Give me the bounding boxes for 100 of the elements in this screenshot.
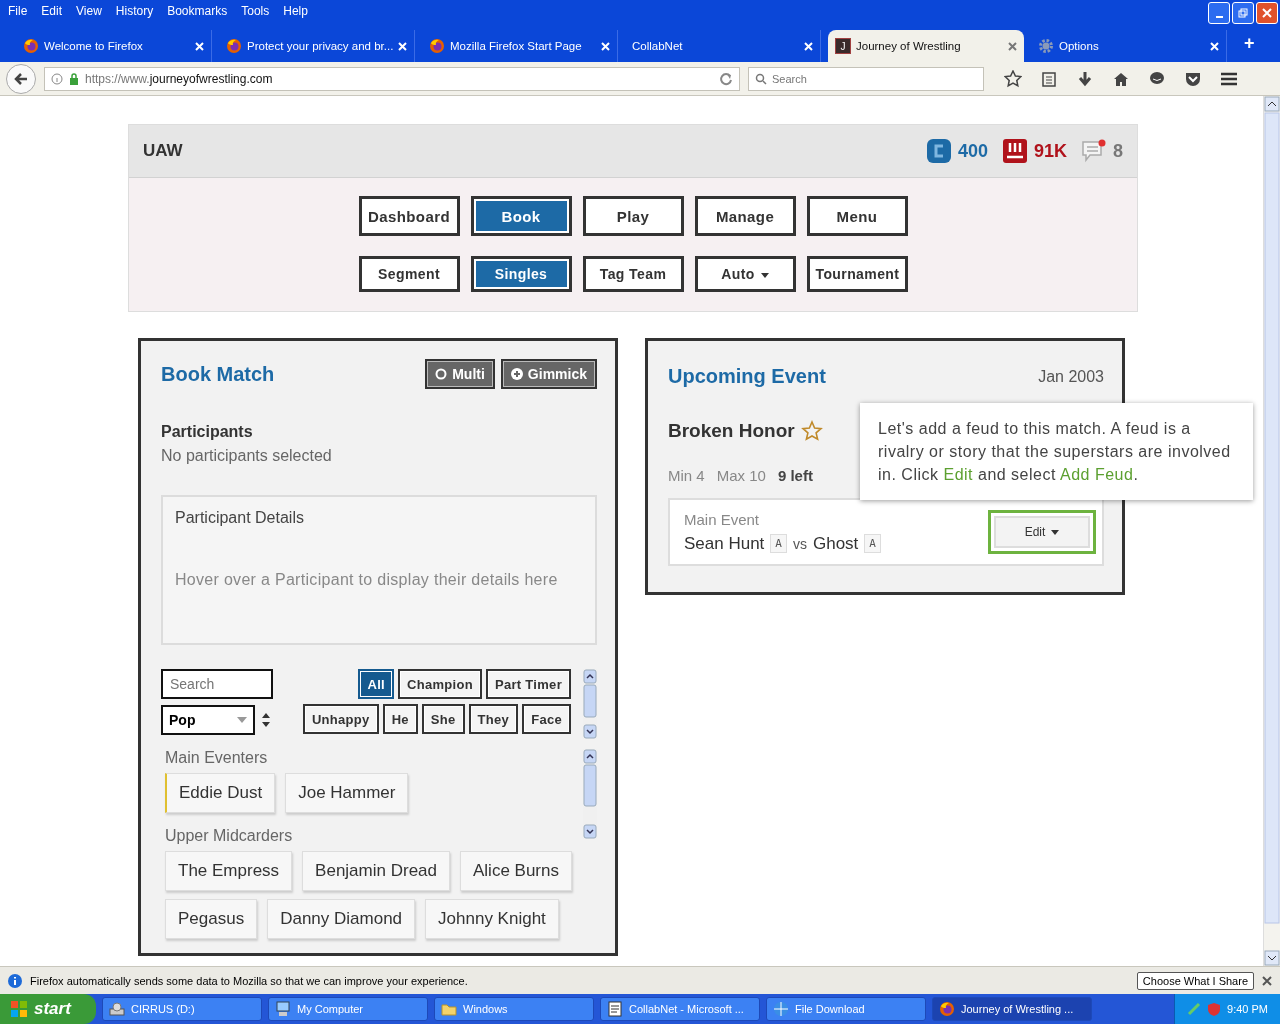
taskbar-item[interactable]: CollabNet - Microsoft ... <box>600 997 760 1021</box>
plus-icon <box>510 368 523 380</box>
restore-button[interactable] <box>1232 2 1254 24</box>
details-hint: Hover over a Participant to display their details here <box>175 571 559 589</box>
slots-left: 9 left <box>777 467 813 484</box>
scrollbar[interactable] <box>583 749 597 839</box>
wrestler-chip[interactable]: The Empress <box>165 851 293 891</box>
start-button[interactable]: start <box>0 994 96 1024</box>
wrestler-name: Sean Hunt <box>684 533 765 554</box>
vs-label: vs <box>792 535 807 552</box>
wrestler-chip[interactable]: Johnny Knight <box>425 899 559 939</box>
document-icon <box>607 1001 623 1017</box>
radio-icon <box>435 368 448 380</box>
taskbar-item[interactable]: Journey of Wrestling ... <box>932 997 1092 1021</box>
close-icon[interactable] <box>1262 975 1272 986</box>
filter-chip[interactable]: She <box>421 704 465 734</box>
match-type-button[interactable]: Tournament <box>806 256 908 292</box>
favicon: J <box>835 38 851 54</box>
menu-item[interactable]: Tools <box>239 4 278 18</box>
grade-badge: A <box>864 534 881 553</box>
wrestler-chip[interactable]: Alice Burns <box>460 851 572 891</box>
match-type-button[interactable]: Singles <box>470 256 572 292</box>
match-label: Main Event <box>684 510 761 528</box>
nav-button[interactable]: Play <box>582 196 684 236</box>
back-arrow-icon <box>13 70 29 87</box>
edit-button[interactable]: Edit <box>994 516 1090 548</box>
scrollbar[interactable] <box>1263 96 1280 966</box>
message-icon <box>1081 138 1107 164</box>
close-icon <box>1262 8 1272 18</box>
filter-chip[interactable]: Part Timer <box>485 669 571 699</box>
toggle-button[interactable]: Multi <box>425 359 495 389</box>
filter-chip[interactable]: Champion <box>397 669 482 699</box>
firefox-icon <box>939 1001 955 1017</box>
gear-icon <box>1038 38 1054 54</box>
star-icon[interactable] <box>1004 69 1022 88</box>
filter-chip[interactable]: Face <box>522 704 571 734</box>
panel-title: Upcoming Event <box>668 365 826 388</box>
menu-item[interactable]: View <box>74 4 110 18</box>
nav-button[interactable]: Manage <box>694 196 796 236</box>
grade-badge: A <box>770 534 787 553</box>
stat-value: 8 <box>1113 140 1123 162</box>
sort-dropdown[interactable]: Pop <box>161 705 255 735</box>
filter-chip[interactable]: Unhappy <box>302 704 379 734</box>
wrestler-chip[interactable]: Pegasus <box>165 899 258 939</box>
wrestler-chip[interactable]: Joe Hammer <box>285 773 409 813</box>
info-icon <box>51 72 63 85</box>
search-field[interactable]: Search <box>748 66 984 91</box>
nav-button[interactable]: Book <box>470 196 572 236</box>
share-button[interactable]: Choose What I Share <box>1136 971 1254 990</box>
tooltip: Let's add a feud to this match. A feud is a rivalry or story that the superstars are involved in. Click Edit and select Add Feud. <box>860 403 1253 500</box>
restore-icon <box>1238 8 1248 18</box>
info-icon <box>8 973 22 988</box>
search-field[interactable]: Search <box>161 669 273 699</box>
new-tab-button[interactable]: + <box>1234 33 1267 62</box>
toggle-button[interactable]: Gimmick <box>500 359 597 389</box>
taskbar-item[interactable]: My Computer <box>268 997 428 1021</box>
filter-chip[interactable]: All <box>358 669 394 699</box>
nav-button[interactable]: Menu <box>806 196 908 236</box>
match-type-button[interactable]: Tag Team <box>582 256 684 292</box>
address-field[interactable]: https://www.journeyofwrestling.com <box>44 66 740 91</box>
wrestler-chip[interactable]: Danny Diamond <box>267 899 416 939</box>
star-icon[interactable] <box>800 420 823 442</box>
sort-icon[interactable] <box>261 712 271 728</box>
stat-value: 91K <box>1033 140 1067 162</box>
league-title: UAW <box>143 141 184 161</box>
folder-icon <box>441 1001 457 1017</box>
panel-title: Book Match <box>161 362 275 386</box>
scrollbar[interactable] <box>583 669 597 739</box>
menu-item[interactable]: Help <box>281 4 316 18</box>
wrestler-chip[interactable]: Benjamin Dread <box>302 851 450 891</box>
close-button[interactable] <box>1256 2 1278 24</box>
firefox-icon <box>23 38 39 54</box>
menu-item[interactable]: Edit <box>39 4 71 18</box>
minimize-button[interactable] <box>1208 2 1230 24</box>
match-type-button[interactable]: Auto <box>694 256 796 292</box>
taskbar-item[interactable]: Windows <box>434 997 594 1021</box>
caret-icon <box>1051 530 1060 536</box>
filter-chip[interactable]: He <box>382 704 418 734</box>
menu-item[interactable]: Bookmarks <box>165 4 236 18</box>
match-type-button[interactable]: Segment <box>358 256 460 292</box>
wrestler-chip[interactable]: Eddie Dust <box>165 773 276 813</box>
back-button[interactable] <box>6 63 36 94</box>
minimize-icon <box>1215 16 1223 18</box>
firefox-icon <box>429 38 445 54</box>
search-icon <box>755 72 767 85</box>
participants-status: No participants selected <box>161 447 333 465</box>
download-icon[interactable] <box>1076 69 1094 88</box>
clipboard-icon[interactable] <box>1040 69 1058 88</box>
menu-item[interactable]: History <box>113 4 162 18</box>
menu-item[interactable]: File <box>6 4 36 18</box>
taskbar-item[interactable]: File Download <box>766 997 926 1021</box>
taskbar-item[interactable]: CIRRUS (D:) <box>102 997 262 1021</box>
close-icon[interactable] <box>1008 41 1017 51</box>
browser-tab[interactable]: J Journey of Wrestling <box>828 30 1024 62</box>
reload-icon[interactable] <box>719 71 733 86</box>
nav-button[interactable]: Dashboard <box>358 196 460 236</box>
max-label: Max 10 <box>716 467 766 484</box>
filter-chip[interactable]: They <box>468 704 519 734</box>
stat-value: 400 <box>957 140 988 162</box>
wrestler-name: Ghost <box>812 533 859 554</box>
